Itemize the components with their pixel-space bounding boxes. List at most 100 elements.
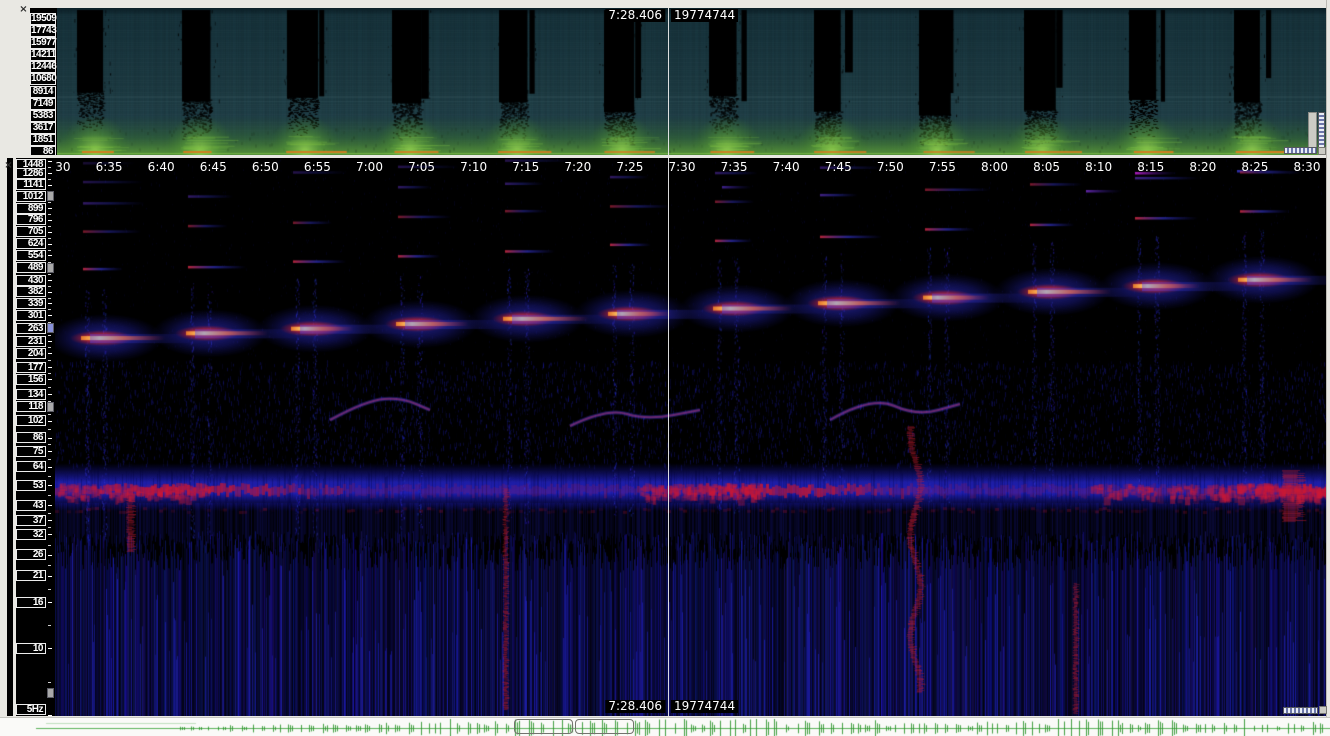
freq-minor-tick bbox=[48, 444, 51, 445]
time-label: 7:35 bbox=[721, 160, 748, 174]
top-freq-scale[interactable]: 1950917743159771421112446106808914714953… bbox=[30, 8, 57, 155]
time-label: 6:50 bbox=[252, 160, 279, 174]
close-pane-bottom-button[interactable]: × bbox=[2, 160, 15, 173]
bottom-freq-scale[interactable]: 1448128611411012899796705624554489430382… bbox=[16, 158, 47, 716]
overview-waveform-canvas[interactable] bbox=[0, 718, 1330, 736]
freq-tick bbox=[48, 341, 52, 342]
time-label: 8:15 bbox=[1137, 160, 1164, 174]
freq-label: 3617 bbox=[30, 122, 56, 134]
freq-label: 430 bbox=[16, 275, 46, 286]
freq-label: 301 bbox=[16, 310, 46, 321]
freq-label: 86 bbox=[16, 432, 46, 443]
freq-minor-tick bbox=[48, 545, 51, 546]
freq-minor-tick bbox=[48, 347, 51, 348]
freq-label: 43 bbox=[16, 500, 46, 511]
freq-label: 204 bbox=[16, 348, 46, 359]
view-region-box-1[interactable] bbox=[514, 719, 573, 734]
freq-minor-tick bbox=[48, 214, 51, 215]
freq-label: 7149 bbox=[30, 98, 56, 110]
freq-label: 118 bbox=[16, 401, 46, 412]
freq-minor-tick bbox=[48, 250, 51, 251]
freq-minor-tick bbox=[48, 298, 51, 299]
horizontal-zoom-thumbwheel-bottom[interactable] bbox=[1283, 707, 1318, 714]
freq-minor-tick bbox=[48, 565, 51, 566]
cursor-frame-label-bottom: 19774744 bbox=[671, 700, 738, 713]
time-label: 7:10 bbox=[460, 160, 487, 174]
freq-label: 17743 bbox=[30, 25, 56, 37]
freq-tick bbox=[48, 555, 52, 556]
freq-tick bbox=[48, 161, 52, 162]
freq-tick bbox=[48, 467, 52, 468]
time-label: 7:25 bbox=[616, 160, 643, 174]
time-label: 6:45 bbox=[200, 160, 227, 174]
freq-scale-handle[interactable] bbox=[47, 323, 54, 333]
time-label: 6:40 bbox=[148, 160, 175, 174]
vertical-zoom-thumbwheel-top[interactable] bbox=[1318, 112, 1325, 148]
freq-scale-handle[interactable] bbox=[47, 263, 54, 273]
freq-label: 86 bbox=[30, 146, 56, 155]
freq-tick bbox=[48, 602, 52, 603]
freq-label: 64 bbox=[16, 461, 46, 472]
freq-scale-handle[interactable] bbox=[47, 402, 54, 412]
time-label: 7:05 bbox=[408, 160, 435, 174]
freq-label: 5383 bbox=[30, 110, 56, 122]
vertical-zoom-slider-top[interactable] bbox=[1308, 112, 1317, 150]
time-label: 7:30 bbox=[669, 160, 696, 174]
freq-tick bbox=[48, 394, 52, 395]
time-label: 6:30 bbox=[55, 160, 70, 174]
freq-label: 624 bbox=[16, 238, 46, 249]
horizontal-zoom-thumbwheel-top[interactable] bbox=[1284, 147, 1317, 154]
freq-scale-handle[interactable] bbox=[47, 191, 54, 201]
bottom-freq-ticks bbox=[47, 158, 55, 716]
freq-label: 8914 bbox=[30, 86, 56, 98]
freq-label: 156 bbox=[16, 374, 46, 385]
freq-label: 26 bbox=[16, 549, 46, 560]
freq-minor-tick bbox=[48, 238, 51, 239]
freq-scale-handle[interactable] bbox=[47, 688, 54, 698]
zoom-reset-button-top[interactable] bbox=[1318, 147, 1326, 155]
spectrogram-canvas-top[interactable] bbox=[57, 8, 1326, 155]
freq-minor-tick bbox=[48, 335, 51, 336]
pane-right-edge bbox=[1326, 0, 1327, 717]
cursor-frame-label-top: 19774744 bbox=[671, 9, 738, 22]
freq-label: 21 bbox=[16, 570, 46, 581]
cursor-time-label-bottom: 7:28.406 bbox=[605, 700, 665, 713]
view-region-box-2[interactable] bbox=[575, 719, 634, 734]
freq-tick bbox=[48, 232, 52, 233]
freq-label: 10680 bbox=[30, 73, 56, 85]
time-label: 8:25 bbox=[1241, 160, 1268, 174]
close-pane-top-button[interactable]: × bbox=[17, 4, 30, 17]
time-label: 7:00 bbox=[356, 160, 383, 174]
freq-minor-tick bbox=[48, 682, 51, 683]
freq-label: 554 bbox=[16, 250, 46, 261]
overview-strip[interactable] bbox=[0, 717, 1330, 736]
time-ruler[interactable]: 6:306:356:406:456:506:557:007:057:107:15… bbox=[55, 158, 1326, 176]
freq-label: 1851 bbox=[30, 134, 56, 146]
zoom-reset-button-bottom[interactable] bbox=[1319, 706, 1327, 714]
freq-label: 1141 bbox=[16, 179, 46, 190]
time-label: 7:20 bbox=[564, 160, 591, 174]
freq-minor-tick bbox=[48, 387, 51, 388]
freq-minor-tick bbox=[48, 429, 51, 430]
spectrogram-canvas-bottom[interactable] bbox=[55, 158, 1326, 716]
freq-tick bbox=[48, 576, 52, 577]
freq-label: 19509 bbox=[30, 13, 56, 25]
cursor-time-label-top: 7:28.406 bbox=[605, 9, 665, 22]
freq-minor-tick bbox=[48, 274, 51, 275]
freq-label: 705 bbox=[16, 226, 46, 237]
freq-tick bbox=[48, 353, 52, 354]
freq-label: 32 bbox=[16, 529, 46, 540]
freq-label: 53 bbox=[16, 480, 46, 491]
freq-tick bbox=[48, 438, 52, 439]
freq-tick bbox=[48, 303, 52, 304]
freq-minor-tick bbox=[48, 179, 51, 180]
freq-label: 75 bbox=[16, 446, 46, 457]
freq-tick bbox=[48, 648, 52, 649]
freq-minor-tick bbox=[48, 589, 51, 590]
freq-label: 899 bbox=[16, 203, 46, 214]
freq-label: 14211 bbox=[30, 49, 56, 61]
freq-minor-tick bbox=[48, 476, 51, 477]
freq-minor-tick bbox=[48, 495, 51, 496]
freq-tick bbox=[48, 451, 52, 452]
freq-minor-tick bbox=[48, 459, 51, 460]
